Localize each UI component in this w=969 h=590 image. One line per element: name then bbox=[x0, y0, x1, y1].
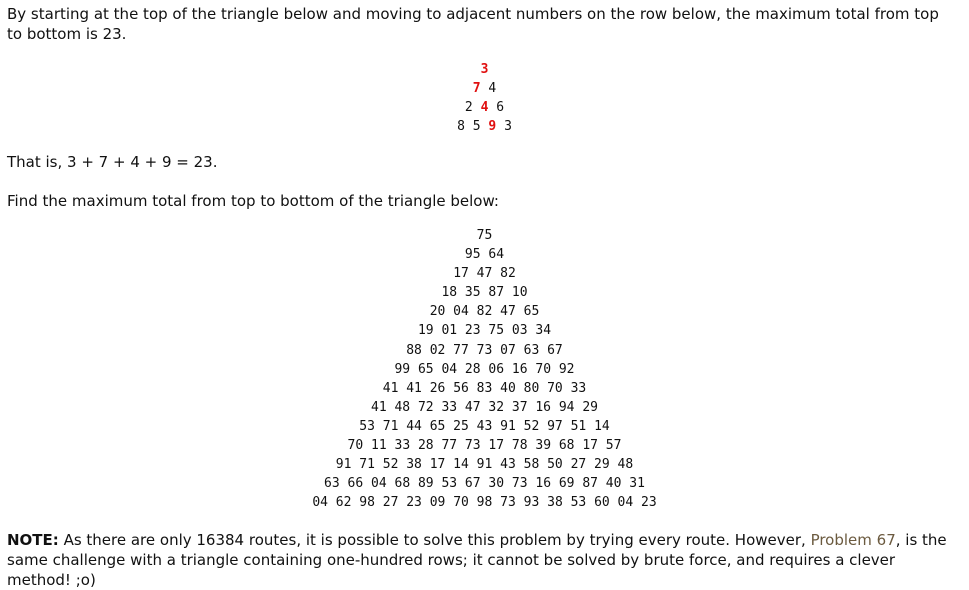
problem-triangle-row: 95 64 bbox=[464, 247, 505, 263]
problem-triangle-row: 70 11 33 28 77 73 17 78 39 68 17 57 bbox=[347, 438, 622, 454]
example-triangle-row: 7 4 bbox=[0, 79, 969, 98]
problem-triangle-row: 63 66 04 68 89 53 67 30 73 16 69 87 40 3… bbox=[324, 476, 645, 492]
path-number: 3 bbox=[480, 62, 489, 77]
problem-triangle-row: 91 71 52 38 17 14 91 43 58 50 27 29 48 bbox=[335, 457, 634, 473]
problem-triangle-row: 75 bbox=[476, 228, 493, 243]
problem-triangle-row: 20 04 82 47 65 bbox=[429, 304, 540, 320]
example-triangle-row: 8 5 9 3 bbox=[0, 117, 969, 136]
triangle-number: 2 bbox=[464, 100, 473, 115]
note-text-before: As there are only 16384 routes, it is po… bbox=[58, 531, 811, 549]
path-number: 4 bbox=[480, 100, 489, 115]
problem-triangle-row: 04 62 98 27 23 09 70 98 73 93 38 53 60 0… bbox=[312, 495, 657, 511]
triangle-number: 4 bbox=[488, 81, 497, 96]
problem-triangle-row: 41 48 72 33 47 32 37 16 94 29 bbox=[371, 399, 598, 415]
problem-triangle: 75 95 64 17 47 82 18 35 87 10 20 04 82 47 65… bbox=[0, 226, 969, 512]
note-label: NOTE: bbox=[7, 531, 59, 549]
triangle-number: 8 bbox=[457, 119, 465, 134]
problem-triangle-row: 18 35 87 10 bbox=[441, 285, 528, 301]
example-triangle-row: 3 bbox=[0, 60, 969, 79]
intro-paragraph: By starting at the top of the triangle b… bbox=[7, 5, 939, 43]
problem-67-link[interactable]: Problem 67 bbox=[811, 531, 896, 549]
problem-triangle-row: 99 65 04 28 06 16 70 92 bbox=[394, 361, 575, 377]
example-sum-text: That is, 3 + 7 + 4 + 9 = 23. bbox=[7, 153, 218, 171]
triangle-number: 5 bbox=[472, 119, 481, 134]
example-triangle-row: 2 4 6 bbox=[0, 98, 969, 117]
problem-triangle-row: 88 02 77 73 07 63 67 bbox=[406, 342, 563, 358]
problem-triangle-row: 19 01 23 75 03 34 bbox=[417, 323, 552, 339]
path-number: 7 bbox=[472, 81, 481, 96]
task-prompt: Find the maximum total from top to botto… bbox=[7, 192, 499, 210]
problem-triangle-row: 53 71 44 65 25 43 91 52 97 51 14 bbox=[359, 418, 610, 434]
problem-triangle-row: 17 47 82 bbox=[453, 266, 516, 282]
problem-triangle-row: 41 41 26 56 83 40 80 70 33 bbox=[382, 380, 587, 396]
triangle-number: 6 bbox=[496, 100, 505, 115]
path-number: 9 bbox=[488, 119, 497, 134]
example-triangle: 37 42 4 68 5 9 3 bbox=[0, 60, 969, 136]
note-paragraph: NOTE: As there are only 16384 routes, it… bbox=[7, 530, 962, 590]
triangle-number: 3 bbox=[504, 119, 512, 134]
